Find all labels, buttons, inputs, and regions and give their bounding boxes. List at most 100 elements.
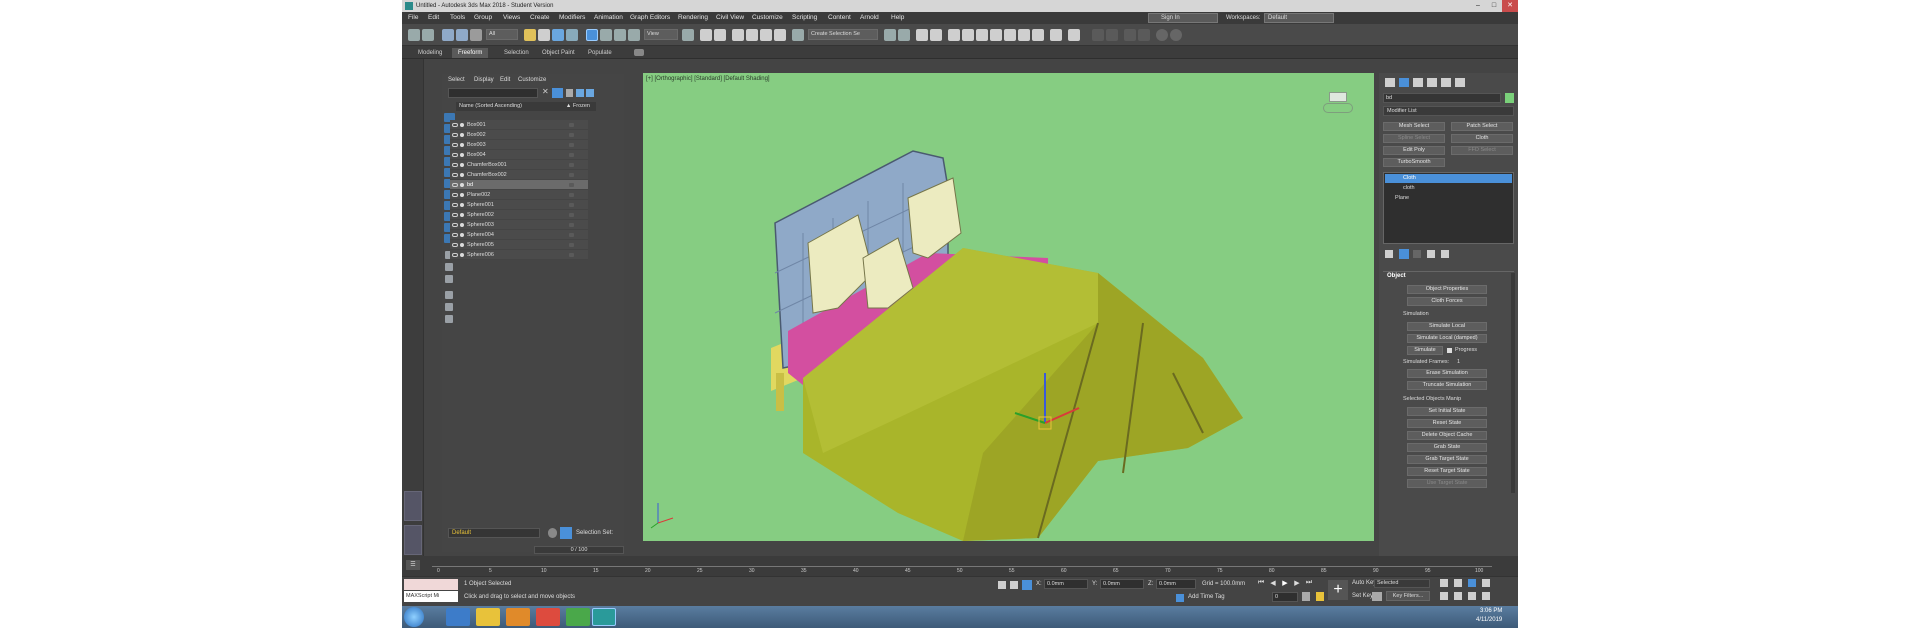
key-mode-toggle-icon[interactable] xyxy=(1302,592,1310,601)
schematic-view-icon[interactable] xyxy=(976,29,988,41)
percent-snap-icon[interactable] xyxy=(760,29,772,41)
command-panel-scrollbar[interactable] xyxy=(1511,273,1515,493)
sync-selection-icon[interactable] xyxy=(445,315,453,323)
reset-state-button[interactable]: Reset State xyxy=(1407,419,1487,428)
perspective-viewport[interactable]: [+] [Orthographic] [Standard] [Default S… xyxy=(643,73,1374,541)
simulate-local-damped-button[interactable]: Simulate Local (damped) xyxy=(1407,334,1487,343)
next-frame-icon[interactable]: ▶ xyxy=(1292,579,1302,589)
workspace-dropdown[interactable]: Default xyxy=(1264,13,1334,23)
scene-menu-select[interactable]: Select xyxy=(448,77,465,83)
menu-customize[interactable]: Customize xyxy=(752,12,783,24)
render-dot-icon[interactable] xyxy=(460,153,464,157)
arnold-render-icon[interactable] xyxy=(1156,29,1168,41)
visibility-eye-icon[interactable] xyxy=(452,153,458,157)
auto-key-button[interactable]: Auto Key xyxy=(1352,580,1376,586)
set-keys-icon[interactable]: + xyxy=(1328,580,1348,600)
freeze-icon[interactable] xyxy=(569,153,574,157)
visibility-eye-icon[interactable] xyxy=(452,193,458,197)
find-case-icon[interactable] xyxy=(552,88,563,98)
delete-object-cache-button[interactable]: Delete Object Cache xyxy=(1407,431,1487,440)
bind-space-warp-icon[interactable] xyxy=(470,29,482,41)
angle-snap-icon[interactable] xyxy=(746,29,758,41)
select-scale-icon[interactable] xyxy=(614,29,626,41)
truncate-simulation-button[interactable]: Truncate Simulation xyxy=(1407,381,1487,390)
field-of-view-icon[interactable] xyxy=(1440,592,1448,600)
visibility-eye-icon[interactable] xyxy=(452,183,458,187)
freeze-icon[interactable] xyxy=(569,143,574,147)
list-item-selected[interactable]: bd xyxy=(450,180,588,190)
layer-icon[interactable] xyxy=(586,89,594,97)
render-dot-icon[interactable] xyxy=(460,133,464,137)
freeze-icon[interactable] xyxy=(569,213,574,217)
render-dot-icon[interactable] xyxy=(460,213,464,217)
pan-view-icon[interactable] xyxy=(1454,592,1462,600)
visibility-eye-icon[interactable] xyxy=(452,213,458,217)
name-column-header[interactable]: Name (Sorted Ascending) xyxy=(459,103,522,109)
absolute-offset-mode-icon[interactable] xyxy=(1022,580,1032,590)
time-configuration-icon[interactable] xyxy=(1316,592,1324,601)
freeze-icon[interactable] xyxy=(569,123,574,127)
arnold-icon-1[interactable] xyxy=(1092,29,1104,41)
freeze-icon[interactable] xyxy=(569,193,574,197)
add-time-tag-icon[interactable] xyxy=(1176,594,1184,602)
menu-scripting[interactable]: Scripting xyxy=(792,12,817,24)
visibility-eye-icon[interactable] xyxy=(452,143,458,147)
tab-modeling[interactable]: Modeling xyxy=(412,48,448,58)
arnold-icon-3[interactable] xyxy=(1124,29,1136,41)
remove-modifier-icon[interactable] xyxy=(1427,250,1435,258)
freeze-icon[interactable] xyxy=(569,233,574,237)
add-time-tag-label[interactable]: Add Time Tag xyxy=(1188,594,1225,600)
maxscript-listener-pink[interactable] xyxy=(404,579,458,590)
spinner-snap-icon[interactable] xyxy=(774,29,786,41)
pin-stack-icon[interactable] xyxy=(1385,250,1393,258)
menu-group[interactable]: Group xyxy=(474,12,492,24)
scene-menu-edit[interactable]: Edit xyxy=(500,77,510,83)
curve-editor-icon[interactable] xyxy=(962,29,974,41)
turbosmooth-button[interactable]: TurboSmooth xyxy=(1383,158,1445,167)
scene-menu-customize[interactable]: Customize xyxy=(518,77,546,83)
edit-poly-button[interactable]: Edit Poly xyxy=(1383,146,1445,155)
visibility-eye-icon[interactable] xyxy=(452,203,458,207)
pivot-center-icon[interactable] xyxy=(682,29,694,41)
menu-create[interactable]: Create xyxy=(530,12,550,24)
stack-item-cloth-2[interactable]: cloth xyxy=(1385,184,1512,193)
go-to-end-icon[interactable]: ⏭ xyxy=(1304,579,1314,589)
render-dot-icon[interactable] xyxy=(460,183,464,187)
reference-coordinate-dropdown[interactable]: View xyxy=(644,29,678,40)
utilities-tab-icon[interactable] xyxy=(1455,78,1465,87)
viewcube-compass-ring[interactable] xyxy=(1323,103,1353,113)
render-dot-icon[interactable] xyxy=(460,123,464,127)
menu-graph-editors[interactable]: Graph Editors xyxy=(630,12,670,24)
material-editor-icon[interactable] xyxy=(990,29,1002,41)
menu-tools[interactable]: Tools xyxy=(450,12,465,24)
menu-civil-view[interactable]: Civil View xyxy=(716,12,744,24)
list-item[interactable]: Sphere006 xyxy=(450,250,588,260)
ffd-select-button[interactable]: FFD Select xyxy=(1451,146,1513,155)
y-coordinate-field[interactable] xyxy=(1100,579,1144,589)
maximize-viewport-icon[interactable] xyxy=(1482,592,1490,600)
stack-item-plane[interactable]: Plane xyxy=(1385,194,1512,203)
select-rotate-icon[interactable] xyxy=(600,29,612,41)
create-tab-icon[interactable] xyxy=(1385,78,1395,87)
list-item[interactable]: Sphere001 xyxy=(450,200,588,210)
show-end-result-icon[interactable] xyxy=(1399,249,1409,259)
align-icon[interactable] xyxy=(898,29,910,41)
spline-select-button[interactable]: Spline Select xyxy=(1383,134,1445,143)
menu-file[interactable]: File xyxy=(408,12,418,24)
select-move-icon[interactable] xyxy=(586,29,598,41)
filter-icon[interactable] xyxy=(445,291,453,299)
hierarchy-tab-icon[interactable] xyxy=(1413,78,1423,87)
zoom-extents-icon[interactable] xyxy=(1468,579,1476,587)
tab-object-paint[interactable]: Object Paint xyxy=(536,48,581,58)
visibility-eye-icon[interactable] xyxy=(452,133,458,137)
menu-content[interactable]: Content xyxy=(828,12,851,24)
configure-modifier-sets-icon[interactable] xyxy=(1441,250,1449,258)
visibility-eye-icon[interactable] xyxy=(452,123,458,127)
tab-populate[interactable]: Populate xyxy=(582,48,618,58)
freeze-icon[interactable] xyxy=(569,183,574,187)
viewcube-top-face[interactable] xyxy=(1329,92,1347,102)
scene-menu-display[interactable]: Display xyxy=(474,77,494,83)
3ds-max-taskbar-icon[interactable] xyxy=(592,608,616,626)
make-unique-icon[interactable] xyxy=(1413,250,1421,258)
render-dot-icon[interactable] xyxy=(460,243,464,247)
